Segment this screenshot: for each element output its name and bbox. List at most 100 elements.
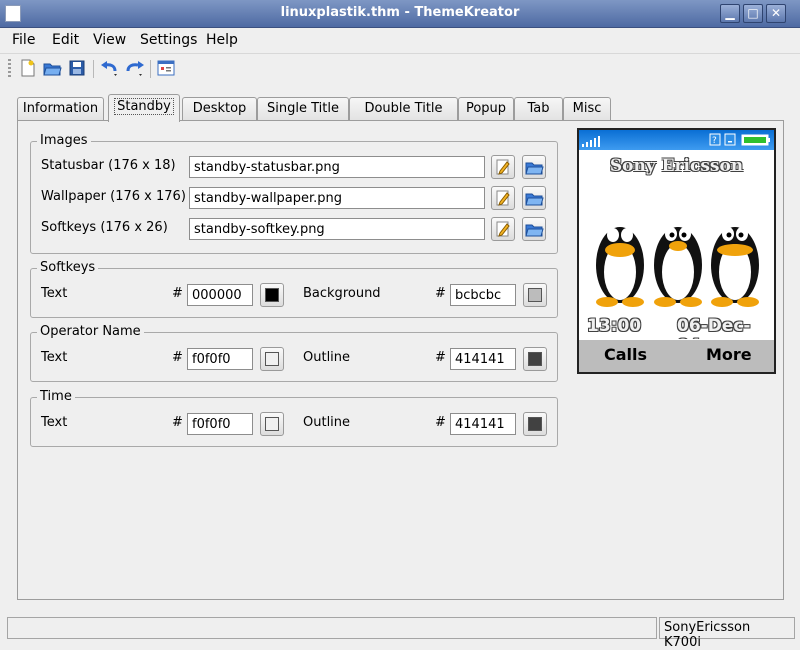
tab-label: Single Title — [267, 101, 339, 116]
group-title: Operator Name — [37, 324, 144, 339]
operator-text-label: Text — [41, 350, 68, 365]
toolbar-grip[interactable] — [8, 59, 11, 79]
softkeys-image-input[interactable] — [189, 218, 485, 240]
operator-outline-color-input[interactable] — [450, 348, 516, 370]
tab-label: Standby — [114, 98, 174, 115]
hash-label: # — [172, 415, 183, 430]
penguins-wallpaper-image — [596, 227, 759, 307]
tab-label: Information — [22, 101, 99, 116]
preview-icon[interactable] — [156, 58, 176, 78]
toolbar-separator — [150, 60, 151, 78]
status-message-pane — [7, 617, 657, 639]
maximize-button[interactable]: □ — [743, 4, 763, 23]
status-bar: SonyEricsson K700i — [0, 614, 800, 650]
tab-misc[interactable]: Misc — [563, 97, 611, 121]
tab-label: Misc — [572, 101, 602, 116]
preview-status-bar: ? — [579, 130, 774, 150]
menu-help[interactable]: Help — [206, 32, 238, 48]
color-swatch — [265, 352, 279, 366]
window-title: linuxplastik.thm - ThemeKreator — [280, 5, 520, 20]
save-icon[interactable] — [67, 58, 87, 78]
softkeys-background-color-button[interactable] — [523, 283, 547, 307]
hash-label: # — [172, 350, 183, 365]
title-bar: linuxplastik.thm - ThemeKreator ▁ □ ✕ — [0, 0, 800, 28]
operator-text-color-input[interactable] — [187, 348, 253, 370]
color-swatch — [528, 352, 542, 366]
preview-softkey-right: More — [706, 345, 752, 364]
color-swatch — [528, 288, 542, 302]
edit-icon — [496, 221, 510, 237]
hash-label: # — [172, 286, 183, 301]
tab-label: Double Title — [364, 101, 443, 116]
minimize-button[interactable]: ▁ — [720, 4, 740, 23]
time-outline-color-button[interactable] — [523, 412, 547, 436]
tab-single-title[interactable]: Single Title — [257, 97, 349, 121]
time-text-color-input[interactable] — [187, 413, 253, 435]
time-text-label: Text — [41, 415, 68, 430]
images-group: Images Statusbar (176 x 18) Wallpaper (1… — [30, 133, 558, 254]
tab-information[interactable]: Information — [17, 97, 104, 121]
preview-operator-name: Sony Ericsson — [609, 156, 744, 176]
tab-label: Popup — [465, 101, 507, 116]
color-swatch — [265, 417, 279, 431]
open-folder-icon — [525, 162, 544, 175]
undo-icon[interactable] — [99, 58, 119, 78]
edit-statusbar-button[interactable] — [491, 155, 515, 179]
new-document-icon[interactable] — [17, 58, 37, 78]
softkeys-group: Softkeys Text # Background # — [30, 260, 558, 318]
menu-settings[interactable]: Settings — [140, 32, 197, 48]
operator-text-color-button[interactable] — [260, 347, 284, 371]
svg-text:?: ? — [712, 136, 717, 146]
preview-time: 13:00 — [587, 316, 642, 336]
softkeys-text-color-button[interactable] — [260, 283, 284, 307]
color-swatch — [528, 417, 542, 431]
open-softkeys-button[interactable] — [522, 217, 546, 241]
toolbar-separator — [93, 60, 94, 78]
wallpaper-image-input[interactable] — [189, 187, 485, 209]
tab-double-title[interactable]: Double Title — [349, 97, 458, 121]
edit-icon — [496, 159, 510, 175]
statusbar-label: Statusbar (176 x 18) — [41, 158, 176, 173]
menu-file[interactable]: File — [12, 32, 35, 48]
tab-standby[interactable]: Standby — [108, 94, 180, 122]
phone-preview: ? Sony Ericsson 13:00 06-Dec- Calls More — [577, 128, 776, 374]
open-folder-icon[interactable] — [42, 58, 62, 78]
edit-wallpaper-button[interactable] — [491, 186, 515, 210]
color-swatch — [265, 288, 279, 302]
hash-label: # — [435, 415, 446, 430]
operator-outline-color-button[interactable] — [523, 347, 547, 371]
edit-softkeys-button[interactable] — [491, 217, 515, 241]
menu-view[interactable]: View — [93, 32, 126, 48]
edit-icon — [496, 190, 510, 206]
operator-outline-label: Outline — [303, 350, 351, 365]
statusbar-image-input[interactable] — [189, 156, 485, 178]
softkeys-image-label: Softkeys (176 x 26) — [41, 220, 168, 235]
close-button[interactable]: ✕ — [766, 4, 786, 23]
group-title: Softkeys — [37, 260, 99, 275]
tab-label: Desktop — [192, 101, 247, 116]
open-wallpaper-button[interactable] — [522, 186, 546, 210]
redo-icon[interactable] — [124, 58, 144, 78]
tab-popup[interactable]: Popup — [458, 97, 514, 121]
preview-softkeys: Calls More — [579, 339, 774, 372]
hash-label: # — [435, 286, 446, 301]
softkeys-text-color-input[interactable] — [187, 284, 253, 306]
time-text-color-button[interactable] — [260, 412, 284, 436]
tab-tab[interactable]: Tab — [514, 97, 563, 121]
softkeys-text-label: Text — [41, 286, 68, 301]
group-title: Images — [37, 133, 91, 148]
softkeys-background-color-input[interactable] — [450, 284, 516, 306]
wallpaper-label: Wallpaper (176 x 176) — [41, 189, 186, 204]
open-folder-icon — [525, 224, 544, 237]
time-outline-color-input[interactable] — [450, 413, 516, 435]
open-statusbar-button[interactable] — [522, 155, 546, 179]
menu-bar: File Edit View Settings Help — [0, 28, 800, 52]
signal-icon: ? — [582, 133, 770, 147]
time-group: Time Text # Outline # — [30, 389, 558, 447]
time-outline-label: Outline — [303, 415, 351, 430]
menu-edit[interactable]: Edit — [52, 32, 79, 48]
tab-desktop[interactable]: Desktop — [182, 97, 257, 121]
softkeys-background-label: Background — [303, 286, 381, 301]
operator-name-group: Operator Name Text # Outline # — [30, 324, 558, 382]
group-title: Time — [37, 389, 75, 404]
